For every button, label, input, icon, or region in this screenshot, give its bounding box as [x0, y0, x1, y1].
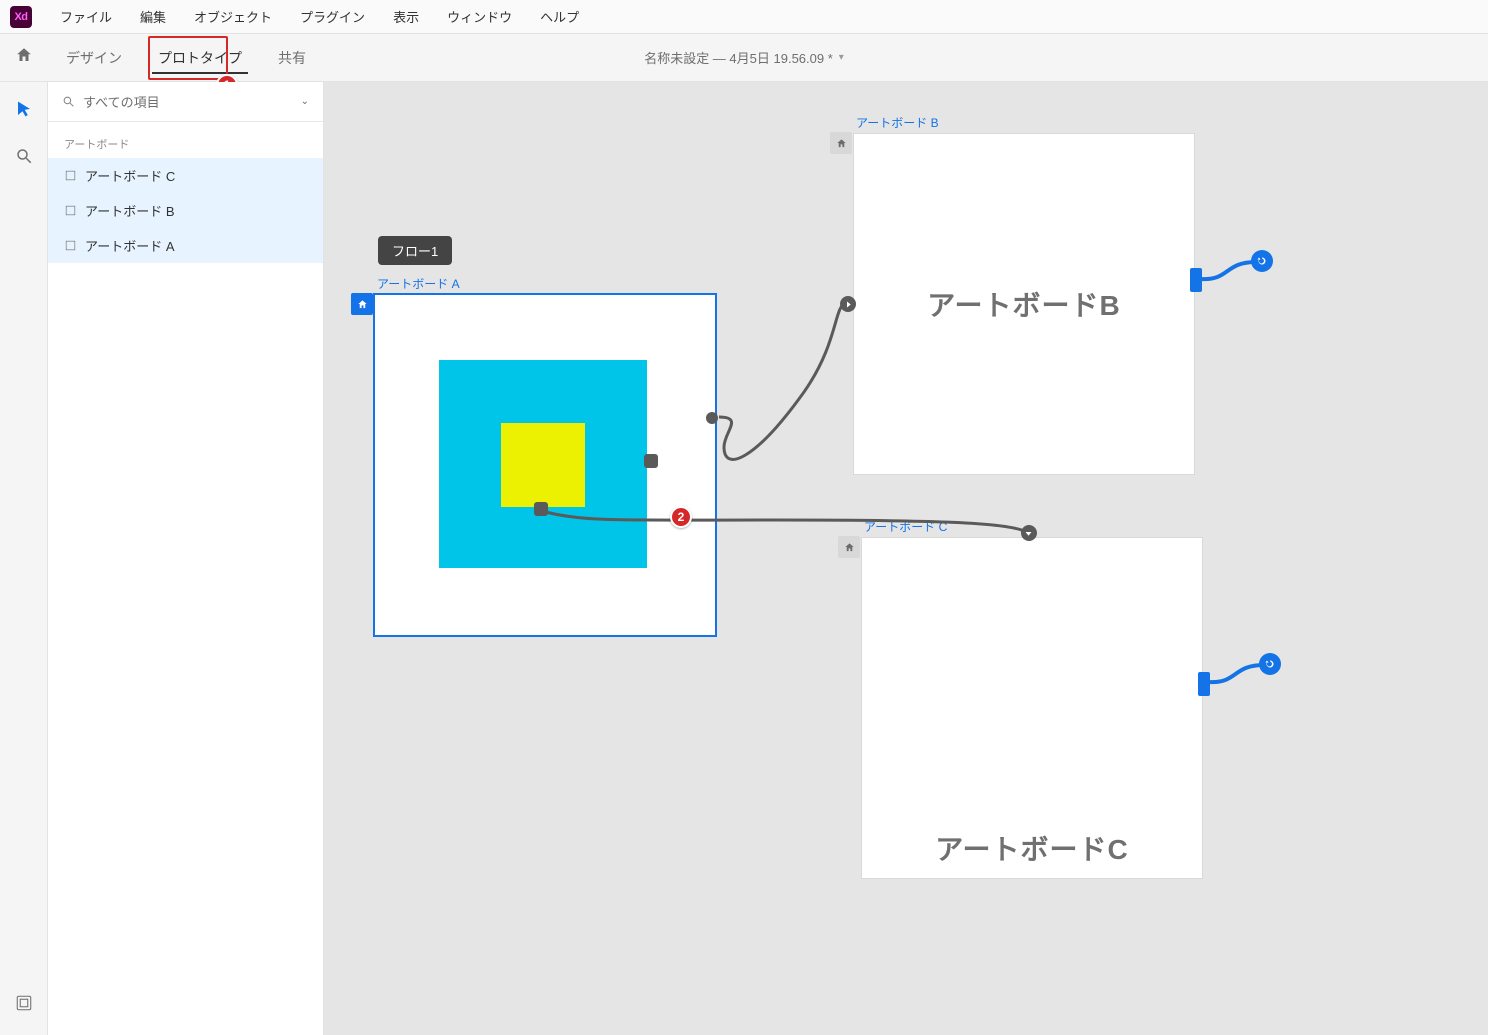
menu-help[interactable]: ヘルプ [540, 7, 579, 26]
menu-window[interactable]: ウィンドウ [447, 7, 512, 26]
chevron-down-icon: ⌄ [301, 96, 309, 107]
tab-prototype[interactable]: プロトタイプ [140, 34, 260, 82]
document-title[interactable]: 名称未設定 — 4月5日 19.56.09 * ▾ [644, 48, 844, 67]
return-back-icon[interactable] [1251, 250, 1273, 272]
select-tool-icon[interactable] [15, 100, 33, 123]
layer-item-label: アートボード B [85, 201, 175, 220]
wire-source-handle[interactable] [534, 502, 548, 516]
layer-item-label: アートボード C [85, 166, 175, 185]
layer-item-artboard-c[interactable]: アートボード C [48, 158, 323, 193]
artboard-a[interactable]: アートボード A [375, 295, 715, 635]
layer-item-artboard-b[interactable]: アートボード B [48, 193, 323, 228]
menu-plugins[interactable]: プラグイン [300, 7, 365, 26]
layer-item-label: アートボード A [85, 236, 175, 255]
wire-handle-dot[interactable] [706, 412, 718, 424]
flow-label-chip[interactable]: フロー1 [378, 236, 452, 265]
tab-design[interactable]: デザイン [48, 34, 140, 82]
menu-view[interactable]: 表示 [393, 7, 419, 26]
menu-file[interactable]: ファイル [60, 7, 112, 26]
app-menubar: Xd ファイル 編集 オブジェクト プラグイン 表示 ウィンドウ ヘルプ [0, 0, 1488, 34]
layers-search[interactable]: すべての項目 ⌄ [48, 82, 323, 122]
xd-logo-icon: Xd [10, 6, 32, 28]
wire-target-arrow-icon[interactable] [840, 296, 856, 312]
layers-section-label: アートボード [48, 122, 323, 158]
shape-yellow-square[interactable] [501, 423, 585, 507]
artboard-c-text: アートボードC [862, 828, 1202, 868]
artboard-c-label[interactable]: アートボード C [864, 518, 947, 535]
wire-source-handle[interactable] [644, 454, 658, 468]
tool-strip [0, 82, 48, 1035]
layers-panel: すべての項目 ⌄ アートボード アートボード C アートボード B アートボード… [48, 82, 324, 1035]
annotation-badge-2: 2 [670, 506, 692, 528]
chevron-down-icon: ▾ [839, 52, 844, 63]
artboard-home-icon[interactable] [838, 536, 860, 558]
return-back-icon[interactable] [1259, 653, 1281, 675]
search-tool-icon[interactable] [15, 147, 33, 170]
artboard-icon [64, 204, 77, 217]
menu-object[interactable]: オブジェクト [194, 7, 272, 26]
artboard-b-label[interactable]: アートボード B [856, 114, 939, 131]
artboard-b-text: アートボードB [854, 284, 1194, 324]
artboard-c[interactable]: アートボード C アートボードC [862, 538, 1202, 878]
library-icon[interactable] [15, 994, 33, 1017]
home-icon[interactable] [0, 46, 48, 69]
search-icon [62, 95, 75, 108]
tab-share[interactable]: 共有 [260, 34, 324, 82]
artboard-icon [64, 169, 77, 182]
artboard-b[interactable]: アートボード B アートボードB [854, 134, 1194, 474]
wire-target-arrow-icon[interactable] [1021, 525, 1037, 541]
menu-edit[interactable]: 編集 [140, 7, 166, 26]
document-title-text: 名称未設定 — 4月5日 19.56.09 * [644, 48, 833, 67]
layer-item-artboard-a[interactable]: アートボード A [48, 228, 323, 263]
artboard-icon [64, 239, 77, 252]
canvas[interactable]: フロー1 アートボード A アートボード B アートボードB アートボード C … [324, 82, 1488, 1035]
artboard-home-icon[interactable] [830, 132, 852, 154]
flow-home-icon[interactable] [351, 293, 373, 315]
artboard-a-label[interactable]: アートボード A [377, 275, 460, 292]
layers-search-placeholder: すべての項目 [83, 92, 293, 111]
